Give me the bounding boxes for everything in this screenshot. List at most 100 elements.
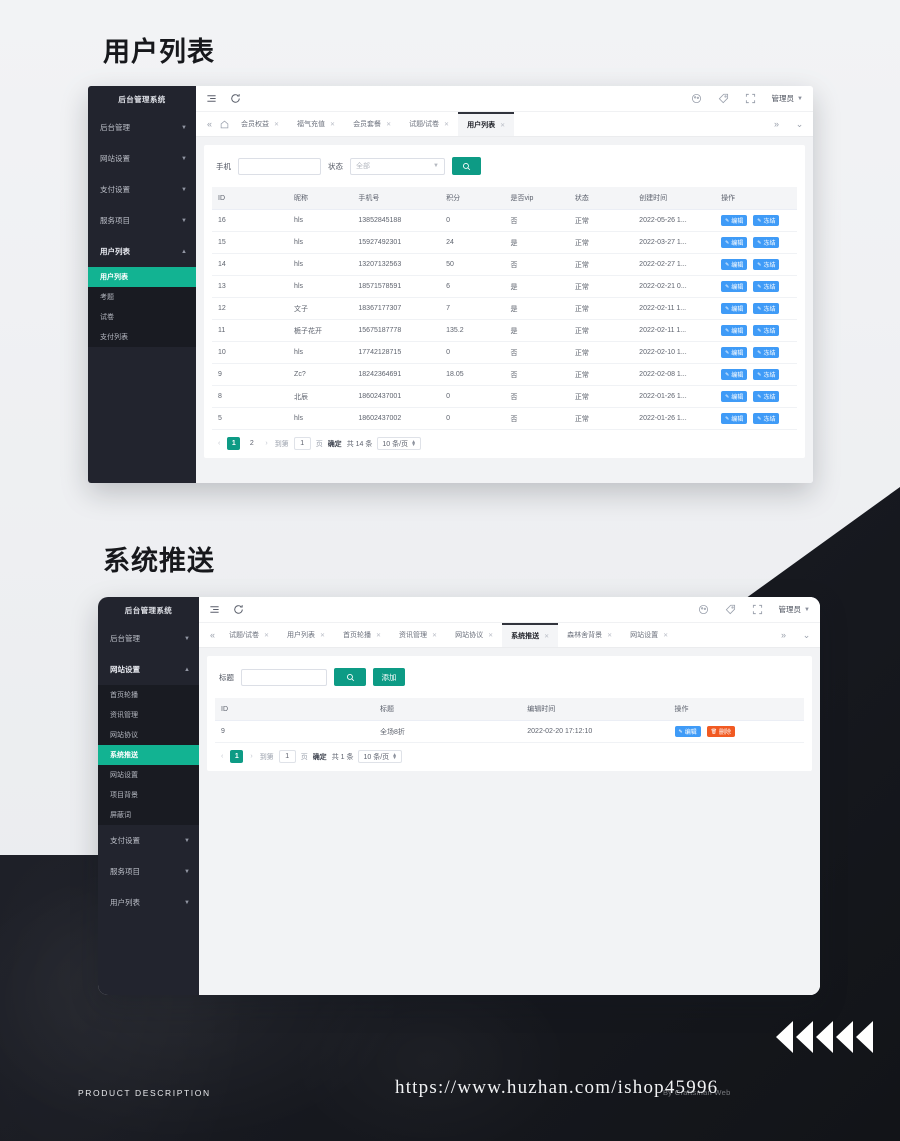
tab-member-benefits[interactable]: 会员权益 ✕ [232, 112, 288, 136]
edit-button[interactable]: ✎ 编辑 [721, 369, 748, 380]
tab-网站协议[interactable]: 网站协议 ✕ [446, 623, 502, 647]
page-size-select[interactable]: 10 条/页 ▲ ▼ [377, 437, 422, 450]
sidebar-subitem-payment-list[interactable]: 支付列表 [88, 327, 196, 347]
menu-collapse-icon[interactable] [206, 93, 217, 104]
menu-collapse-icon[interactable] [209, 604, 220, 615]
sidebar-item-service-projects[interactable]: 服务项目 ▼ [98, 856, 199, 887]
tab-系统推送[interactable]: 系统推送 ✕ [502, 623, 559, 647]
close-icon[interactable]: ✕ [544, 633, 549, 640]
refresh-icon[interactable] [233, 604, 244, 615]
edit-button[interactable]: ✎ 编辑 [674, 726, 701, 737]
close-icon[interactable]: ✕ [663, 632, 668, 639]
next-page-button[interactable]: › [263, 440, 269, 447]
freeze-button[interactable]: ✎ 冻结 [753, 347, 780, 358]
search-button[interactable] [334, 668, 366, 686]
freeze-button[interactable]: ✎ 冻结 [753, 325, 780, 336]
sidebar-item-service-projects[interactable]: 服务项目 ▼ [88, 205, 196, 236]
freeze-button[interactable]: ✎ 冻结 [753, 237, 780, 248]
sidebar-subitem-project-background[interactable]: 项目背景 [98, 785, 199, 805]
edit-button[interactable]: ✎ 编辑 [721, 347, 748, 358]
delete-button[interactable]: 🗑 删除 [706, 726, 736, 737]
close-icon[interactable]: ✕ [274, 121, 279, 128]
sidebar-subitem-system-push[interactable]: 系统推送 [98, 745, 199, 765]
sidebar-subitem-home-carousel[interactable]: 首页轮播 [98, 685, 199, 705]
tag-icon[interactable] [718, 93, 729, 104]
goto-page-input[interactable]: 1 [278, 750, 296, 763]
confirm-button[interactable]: 确定 [328, 439, 342, 449]
edit-button[interactable]: ✎ 编辑 [721, 237, 748, 248]
next-page-button[interactable]: › [248, 753, 254, 760]
close-icon[interactable]: ✕ [376, 632, 381, 639]
tab-questions-papers[interactable]: 试题/试卷 ✕ [400, 112, 458, 136]
tab-资讯管理[interactable]: 资讯管理 ✕ [390, 623, 446, 647]
freeze-button[interactable]: ✎ 冻结 [753, 215, 780, 226]
tab-fortune-recharge[interactable]: 福气充值 ✕ [288, 112, 344, 136]
chevron-down-icon[interactable]: ⌄ [799, 630, 814, 641]
tab-森林舍背景[interactable]: 森林舍背景 ✕ [558, 623, 621, 647]
prev-page-button[interactable]: ‹ [219, 753, 225, 760]
close-icon[interactable]: ✕ [432, 632, 437, 639]
goto-page-input[interactable]: 1 [293, 437, 311, 450]
sidebar-subitem-site-settings[interactable]: 网站设置 [98, 765, 199, 785]
edit-button[interactable]: ✎ 编辑 [721, 303, 748, 314]
sidebar-subitem-news-management[interactable]: 资讯管理 [98, 705, 199, 725]
freeze-button[interactable]: ✎ 冻结 [753, 281, 780, 292]
chevron-down-icon[interactable]: ⌄ [792, 119, 807, 130]
edit-button[interactable]: ✎ 编辑 [721, 325, 748, 336]
home-icon[interactable] [217, 112, 232, 136]
phone-input[interactable] [238, 157, 321, 175]
double-chevron-right-icon[interactable]: » [769, 119, 784, 129]
page-size-select[interactable]: 10 条/页 ▲ ▼ [358, 750, 403, 763]
page-button-1[interactable]: 1 [227, 437, 241, 450]
close-icon[interactable]: ✕ [607, 632, 612, 639]
page-button-1[interactable]: 1 [230, 750, 244, 763]
tab-user-list[interactable]: 用户列表 ✕ [458, 112, 515, 136]
tab-试题/试卷[interactable]: 试题/试卷 ✕ [220, 623, 278, 647]
close-icon[interactable]: ✕ [320, 632, 325, 639]
tab-网站设置[interactable]: 网站设置 ✕ [621, 623, 677, 647]
double-chevron-left-icon[interactable]: « [202, 112, 217, 136]
page-button-2[interactable]: 2 [245, 437, 258, 450]
sidebar-subitem-questions[interactable]: 考题 [88, 287, 196, 307]
sidebar-item-backend[interactable]: 后台管理 ▼ [88, 112, 196, 143]
tag-icon[interactable] [725, 604, 736, 615]
prev-page-button[interactable]: ‹ [216, 440, 222, 447]
sidebar-subitem-user-list[interactable]: 用户列表 [88, 267, 196, 287]
close-icon[interactable]: ✕ [264, 632, 269, 639]
fullscreen-icon[interactable] [752, 604, 763, 615]
double-chevron-right-icon[interactable]: » [776, 630, 791, 640]
title-input[interactable] [241, 668, 327, 686]
freeze-button[interactable]: ✎ 冻结 [753, 413, 780, 424]
sidebar-item-payment-settings[interactable]: 支付设置 ▼ [88, 174, 196, 205]
add-button[interactable]: 添加 [373, 668, 405, 686]
close-icon[interactable]: ✕ [444, 121, 449, 128]
tab-member-package[interactable]: 会员套餐 ✕ [344, 112, 400, 136]
user-menu[interactable]: 管理员 ▼ [779, 604, 810, 615]
freeze-button[interactable]: ✎ 冻结 [753, 303, 780, 314]
freeze-button[interactable]: ✎ 冻结 [753, 259, 780, 270]
fullscreen-icon[interactable] [745, 93, 756, 104]
freeze-button[interactable]: ✎ 冻结 [753, 391, 780, 402]
close-icon[interactable]: ✕ [488, 632, 493, 639]
confirm-button[interactable]: 确定 [313, 752, 327, 762]
sidebar-item-payment-settings[interactable]: 支付设置 ▼ [98, 825, 199, 856]
sidebar-subitem-papers[interactable]: 试卷 [88, 307, 196, 327]
palette-icon[interactable] [691, 93, 702, 104]
sidebar-subitem-blocked-words[interactable]: 屏蔽词 [98, 805, 199, 825]
user-menu[interactable]: 管理员 ▼ [772, 93, 803, 104]
sidebar-subitem-site-agreement[interactable]: 网站协议 [98, 725, 199, 745]
palette-icon[interactable] [698, 604, 709, 615]
close-icon[interactable]: ✕ [500, 122, 505, 129]
search-button[interactable] [452, 157, 481, 175]
freeze-button[interactable]: ✎ 冻结 [753, 369, 780, 380]
status-select[interactable]: 全部 ▼ [350, 157, 445, 175]
sidebar-item-user-list[interactable]: 用户列表 ▼ [98, 887, 199, 918]
close-icon[interactable]: ✕ [330, 121, 335, 128]
edit-button[interactable]: ✎ 编辑 [721, 215, 748, 226]
close-icon[interactable]: ✕ [386, 121, 391, 128]
edit-button[interactable]: ✎ 编辑 [721, 281, 748, 292]
sidebar-item-site-settings[interactable]: 网站设置 ▼ [88, 143, 196, 174]
sidebar-item-user-list[interactable]: 用户列表 ▲ [88, 236, 196, 267]
sidebar-item-site-settings[interactable]: 网站设置 ▲ [98, 654, 199, 685]
edit-button[interactable]: ✎ 编辑 [721, 413, 748, 424]
